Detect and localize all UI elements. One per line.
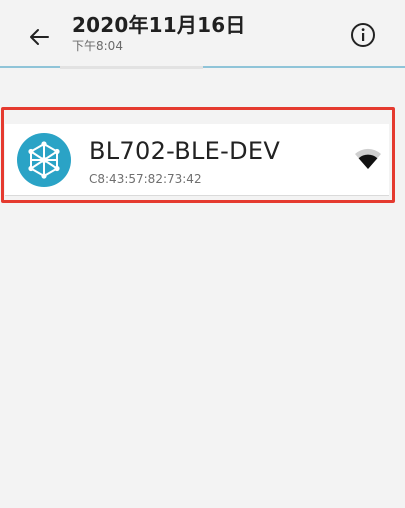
divider-segment <box>60 66 203 69</box>
page-title: 2020年11月16日 <box>72 13 246 37</box>
title-block: 2020年11月16日 下午8:04 <box>72 12 246 54</box>
header-divider <box>0 66 405 69</box>
arrow-left-icon <box>30 29 49 45</box>
divider-segment <box>203 66 405 68</box>
info-icon <box>351 23 375 47</box>
back-button[interactable] <box>22 20 56 54</box>
info-button[interactable] <box>349 21 377 49</box>
selection-highlight <box>1 107 395 203</box>
divider-segment <box>0 66 60 68</box>
app-bar: 2020年11月16日 下午8:04 <box>0 0 405 70</box>
page-subtitle: 下午8:04 <box>72 39 123 53</box>
